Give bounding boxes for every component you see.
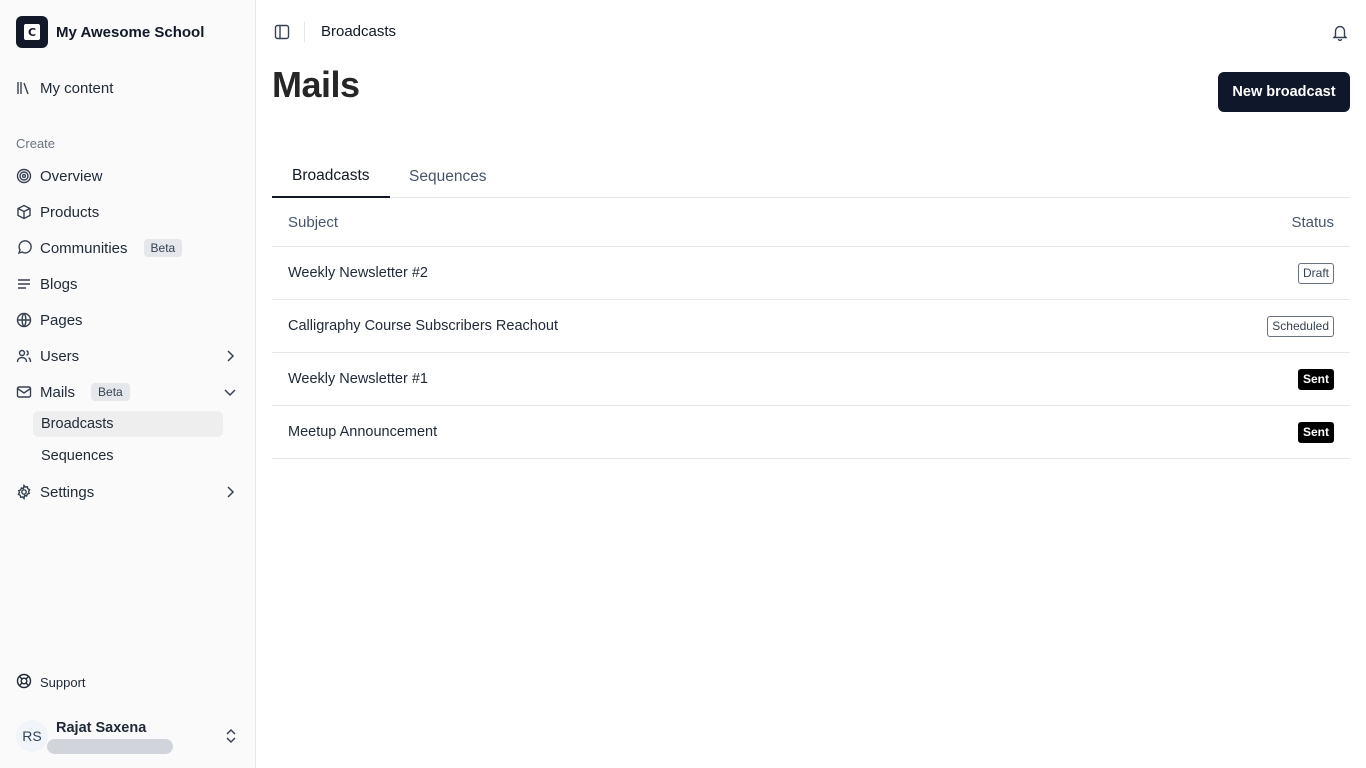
row-subject: Weekly Newsletter #2 xyxy=(288,265,428,281)
avatar: RS xyxy=(16,720,48,752)
school-logo-icon: C xyxy=(16,16,48,48)
chevron-right-icon xyxy=(222,484,238,500)
bell-icon[interactable] xyxy=(1331,23,1349,42)
school-name: My Awesome School xyxy=(56,23,205,41)
support-label: Support xyxy=(40,674,86,690)
table-header: Subject Status xyxy=(272,198,1350,247)
sidebar-subitem-broadcasts[interactable]: Broadcasts xyxy=(33,411,223,437)
row-subject: Meetup Announcement xyxy=(288,424,438,440)
broadcasts-table: Subject Status Weekly Newsletter #2 Draf… xyxy=(272,198,1350,459)
row-subject: Calligraphy Course Subscribers Reachout xyxy=(288,318,558,334)
sidebar-item-mails[interactable]: Mails Beta xyxy=(8,376,248,408)
column-header-status: Status xyxy=(1291,213,1334,231)
sidebar-item-users[interactable]: Users xyxy=(8,340,248,372)
lifebuoy-icon xyxy=(16,673,32,692)
sidebar-item-products[interactable]: Products xyxy=(8,196,248,228)
sidebar-item-label: Overview xyxy=(40,167,103,185)
tab-bar: Broadcasts Sequences xyxy=(272,156,1350,198)
support-link[interactable]: Support xyxy=(8,670,248,694)
tab-sequences[interactable]: Sequences xyxy=(389,156,507,198)
sidebar-subitem-label: Sequences xyxy=(41,448,114,464)
text-lines-icon xyxy=(16,276,32,292)
sidebar-toggle-icon[interactable] xyxy=(274,24,290,40)
sidebar-item-label: Users xyxy=(40,347,80,365)
group-label-create: Create xyxy=(16,136,56,151)
table-row[interactable]: Calligraphy Course Subscribers Reachout … xyxy=(272,300,1350,353)
package-icon xyxy=(16,204,32,220)
mail-icon xyxy=(16,384,32,400)
sidebar-item-pages[interactable]: Pages xyxy=(8,304,248,336)
column-header-subject: Subject xyxy=(288,213,339,231)
library-icon xyxy=(16,80,32,96)
svg-text:C: C xyxy=(28,26,36,39)
sidebar-subitem-sequences[interactable]: Sequences xyxy=(33,443,223,469)
sidebar-item-communities[interactable]: Communities Beta xyxy=(8,232,248,264)
page-title: Mails xyxy=(272,64,360,105)
status-badge: Scheduled xyxy=(1267,315,1334,337)
table-row[interactable]: Meetup Announcement Sent xyxy=(272,406,1350,459)
sidebar-item-label: Mails xyxy=(40,383,76,401)
sidebar-item-my-content[interactable]: My content xyxy=(8,72,248,104)
sidebar-item-blogs[interactable]: Blogs xyxy=(8,268,248,300)
sidebar-item-overview[interactable]: Overview xyxy=(8,160,248,192)
beta-badge: Beta xyxy=(143,239,183,257)
sidebar-item-label: Blogs xyxy=(40,275,78,293)
sidebar: C My Awesome School My content Create Ov… xyxy=(0,0,256,768)
sidebar-item-label: Communities xyxy=(40,239,128,257)
topbar-divider xyxy=(304,22,305,42)
breadcrumb: Broadcasts xyxy=(321,23,397,40)
target-icon xyxy=(16,168,32,184)
chevron-up-down-icon xyxy=(224,728,238,744)
user-email-redacted xyxy=(47,739,173,754)
status-badge: Sent xyxy=(1297,368,1334,390)
user-menu[interactable]: RS Rajat Saxena xyxy=(16,716,246,756)
status-badge: Draft xyxy=(1297,262,1334,284)
sidebar-item-label: Pages xyxy=(40,311,83,329)
table-row[interactable]: Weekly Newsletter #1 Sent xyxy=(272,353,1350,406)
school-switcher[interactable]: C My Awesome School xyxy=(16,16,204,48)
new-broadcast-button[interactable]: New broadcast xyxy=(1218,72,1350,112)
chevron-down-icon xyxy=(222,384,238,400)
user-name: Rajat Saxena xyxy=(56,720,147,736)
sidebar-subitem-label: Broadcasts xyxy=(41,416,114,432)
sidebar-item-settings[interactable]: Settings xyxy=(8,476,248,508)
status-badge: Sent xyxy=(1297,421,1334,443)
tab-broadcasts[interactable]: Broadcasts xyxy=(272,156,390,198)
chevron-right-icon xyxy=(222,348,238,364)
beta-badge: Beta xyxy=(91,383,130,401)
table-row[interactable]: Weekly Newsletter #2 Draft xyxy=(272,247,1350,300)
globe-icon xyxy=(16,312,32,328)
sidebar-item-label: Settings xyxy=(40,483,95,501)
users-icon xyxy=(16,348,32,364)
row-subject: Weekly Newsletter #1 xyxy=(288,371,428,387)
sidebar-item-label: Products xyxy=(40,203,100,221)
chat-bubble-icon xyxy=(16,240,32,256)
sidebar-item-label: My content xyxy=(40,79,114,97)
gear-icon xyxy=(16,484,32,500)
